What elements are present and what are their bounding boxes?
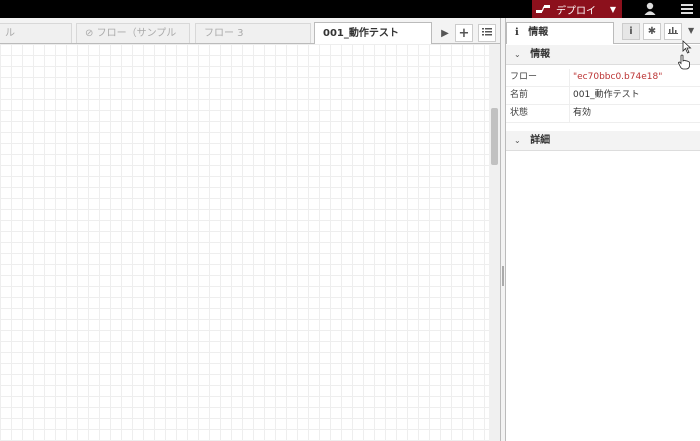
property-key: 状態: [506, 105, 570, 122]
details-section-header[interactable]: ⌄ 詳細: [506, 131, 700, 151]
debug-tab-button[interactable]: ✱: [643, 23, 661, 40]
info-tab-button[interactable]: i: [622, 23, 640, 40]
details-section-body: [506, 151, 700, 163]
header-bar: デプロイ ▼: [0, 0, 700, 18]
tab-list-button[interactable]: [478, 24, 496, 42]
tab-001-test[interactable]: 001_動作テスト: [314, 22, 432, 44]
property-row-flow: フロー "ec70bbc0.b74e18": [506, 69, 700, 87]
sidebar-tab-info[interactable]: ℹ 情報: [506, 22, 614, 44]
menu-icon[interactable]: [677, 1, 697, 17]
add-tab-button[interactable]: +: [455, 24, 473, 42]
property-row-name: 名前 001_動作テスト: [506, 87, 700, 105]
flow-workspace[interactable]: [0, 44, 500, 441]
info-section-title: 情報: [530, 49, 551, 60]
property-key: 名前: [506, 87, 570, 104]
list-icon: [482, 27, 492, 39]
tab-flow-sample[interactable]: ⊘ フロー（サンプル: [76, 23, 190, 43]
bar-chart-icon: [668, 26, 678, 37]
workspace-tab-bar: ル ⊘ フロー（サンプル フロー 3 001_動作テスト ▶ +: [0, 18, 500, 44]
bug-icon: ✱: [647, 26, 657, 37]
property-value: 有効: [573, 108, 592, 118]
tab-label: 001_動作テスト: [323, 28, 399, 39]
chevron-down-icon: ⌄: [514, 136, 521, 145]
property-key: フロー: [506, 69, 570, 86]
tab-label: ル: [5, 28, 15, 39]
vertical-scrollbar[interactable]: [489, 44, 500, 441]
property-value: 001_動作テスト: [573, 90, 640, 100]
tab-label: フロー（サンプル: [96, 28, 177, 39]
tab-flow-3[interactable]: フロー 3: [195, 23, 311, 43]
scroll-right-icon[interactable]: ▶: [436, 24, 454, 42]
caret-down-icon[interactable]: ▼: [610, 5, 616, 14]
property-value[interactable]: "ec70bbc0.b74e18": [573, 69, 662, 86]
plus-icon: +: [458, 25, 470, 41]
sidebar-tab-bar: ℹ 情報 i ✱ ▼: [506, 18, 700, 44]
tab-flow[interactable]: ル: [0, 23, 72, 43]
scrollbar-thumb[interactable]: [491, 108, 498, 165]
chevron-down-icon: ⌄: [514, 50, 521, 59]
sidebar: ℹ 情報 i ✱ ▼ ⌄ 情報 フロー "ec70bbc0.b74e18" 名前…: [506, 18, 700, 441]
info-icon: i: [629, 26, 633, 37]
sidebar-tab-label: 情報: [528, 27, 549, 38]
splitter-grip[interactable]: [502, 266, 504, 286]
details-section-title: 詳細: [530, 135, 551, 146]
caret-down-icon[interactable]: ▼: [688, 26, 694, 35]
deploy-icon: [532, 0, 554, 18]
deploy-button[interactable]: デプロイ ▼: [532, 0, 622, 18]
tab-label: フロー 3: [204, 28, 244, 39]
property-row-status: 状態 有効: [506, 105, 700, 123]
deploy-label: デプロイ: [556, 5, 596, 17]
disabled-icon: ⊘: [85, 28, 94, 39]
info-icon: ℹ: [515, 27, 519, 38]
user-icon[interactable]: [640, 1, 660, 17]
hand-pointer-icon: [677, 54, 691, 70]
mouse-pointer-icon: [682, 40, 692, 54]
info-section-header[interactable]: ⌄ 情報: [506, 45, 700, 65]
dashboard-tab-button[interactable]: [664, 23, 682, 40]
